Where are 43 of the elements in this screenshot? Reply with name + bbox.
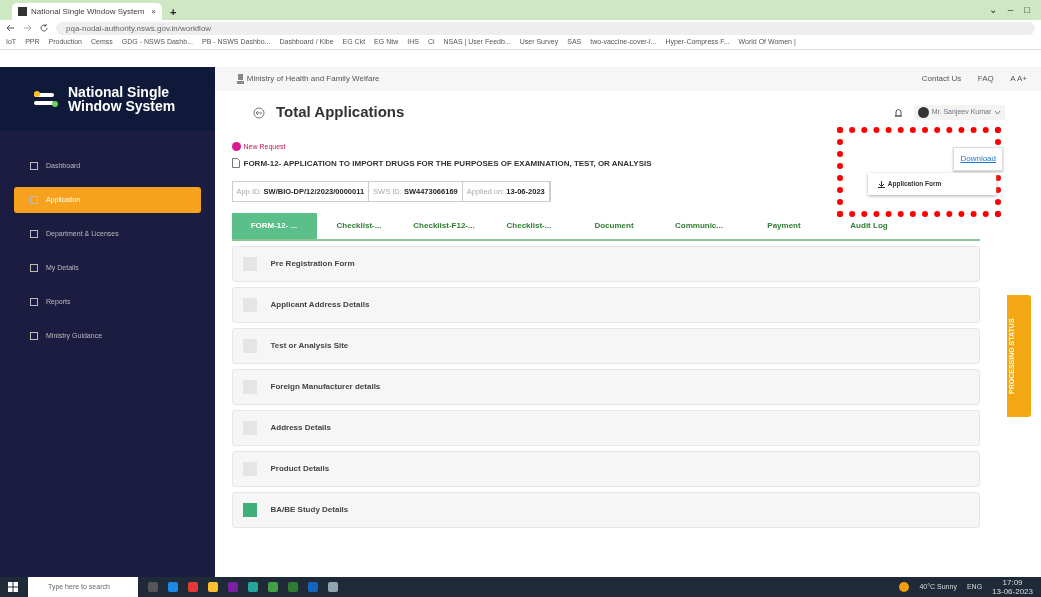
clock-date: 13-06-2023: [992, 587, 1033, 596]
download-button[interactable]: Download: [953, 147, 1003, 171]
browser-tab[interactable]: National Single Window System ×: [12, 3, 162, 20]
page-title: Total Applications: [276, 102, 406, 122]
windows-icon[interactable]: [8, 581, 18, 593]
form-tab[interactable]: Audit Log: [826, 212, 912, 239]
ministry-name: Ministry of Health and Family Welfare: [246, 73, 381, 85]
accordion-item[interactable]: Foreign Manufacturer details: [231, 368, 980, 405]
clock-time: 17:09: [1001, 578, 1024, 587]
emblem-icon: [237, 73, 244, 85]
logo-text: Window System: [68, 99, 176, 113]
accordion-item[interactable]: Pre Registration Form: [231, 245, 980, 282]
form-tab[interactable]: Document: [571, 212, 657, 239]
favicon-icon: [18, 7, 27, 16]
form-tab[interactable]: Checklist-...: [316, 212, 402, 239]
window-control[interactable]: ⌄: [988, 2, 997, 18]
accordion-item[interactable]: BA/BE Study Details: [231, 491, 980, 528]
form-title: FORM-12- APPLICATION TO IMPORT DRUGS FOR THE PURPOSES OF EXAMINATION, TEST, OR ANALYSIS: [243, 157, 652, 170]
window-control[interactable]: □: [1024, 2, 1030, 18]
form-tab[interactable]: Checklist-...: [486, 212, 572, 239]
avatar-icon: [917, 106, 929, 118]
address-field[interactable]: pqa-nodal-authority.nsws.gov.in/workflow: [56, 21, 1035, 35]
header-link[interactable]: A A+: [1010, 73, 1027, 85]
accordion-item[interactable]: Product Details: [231, 450, 980, 487]
header-link[interactable]: FAQ: [977, 73, 994, 85]
tab-close-button[interactable]: ×: [151, 5, 156, 18]
accordion-item[interactable]: Test or Analysis Site: [231, 327, 980, 364]
reload-icon[interactable]: [40, 21, 48, 35]
tab-title: National Single Window System: [31, 5, 146, 18]
form-tab[interactable]: Communic...: [656, 212, 742, 239]
window-control[interactable]: –: [1007, 2, 1014, 18]
logo-text: National Single: [68, 85, 171, 99]
download-icon: [878, 180, 885, 187]
accordion-item[interactable]: Address Details: [231, 409, 980, 446]
form-tab[interactable]: Payment: [741, 212, 827, 239]
info-icon: [231, 142, 241, 152]
accordion-item[interactable]: Applicant Address Details: [231, 286, 980, 323]
form-tab[interactable]: Checklist-F12-...: [401, 212, 487, 239]
document-icon: [231, 157, 240, 170]
weather-icon: [899, 581, 910, 593]
logo-icon: [34, 89, 60, 109]
header-link[interactable]: Contact Us: [921, 73, 962, 85]
new-tab-button[interactable]: +: [170, 3, 177, 20]
